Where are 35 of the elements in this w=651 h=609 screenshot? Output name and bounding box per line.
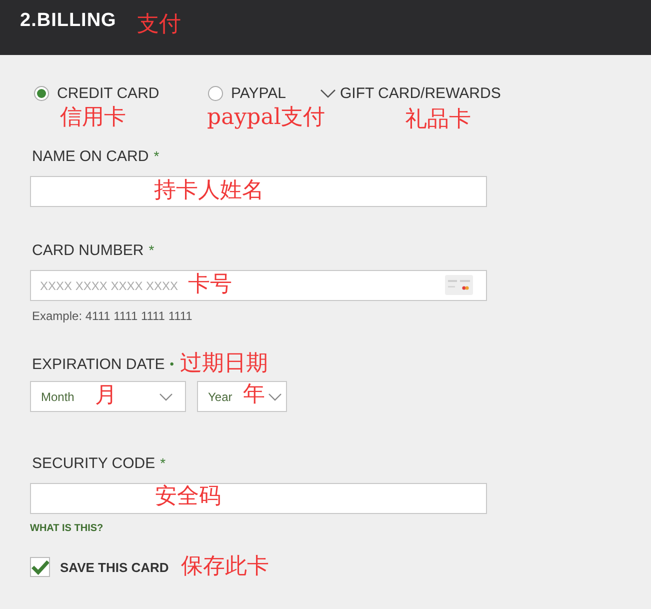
checkbox[interactable] (30, 557, 50, 577)
section-title: 2.BILLING (20, 10, 116, 32)
field-label: NAME ON CARD (32, 148, 149, 164)
required-mark: * (154, 148, 160, 164)
annotation: 保存此卡 (180, 556, 269, 578)
annotation: 卡号 (188, 274, 232, 296)
field-label: SECURITY CODE (32, 454, 156, 472)
checkmark-icon (31, 558, 49, 576)
annotation: 年 (243, 384, 265, 406)
annotation: 礼品卡 (405, 109, 471, 131)
example-hint: Example: 4111 1111 1111 1111 (32, 309, 194, 323)
required-mark: * (160, 455, 166, 471)
annotation: 信用卡 (60, 107, 126, 129)
radio-button[interactable] (208, 86, 223, 101)
annotation: 持卡人姓名 (154, 180, 264, 202)
required-mark: * (148, 242, 154, 258)
annotation: 支付 (137, 14, 181, 36)
radio-option[interactable]: PAYPAL (208, 85, 286, 102)
checkbox-label: SAVE THIS CARD (60, 560, 169, 574)
credit-card-icon (445, 275, 473, 295)
annotation: 安全码 (155, 486, 221, 508)
radio-button[interactable] (34, 86, 49, 101)
radio-option[interactable]: CREDIT CARD (34, 85, 160, 102)
field-label: EXPIRATION DATE (32, 356, 165, 372)
required-mark: • (170, 357, 174, 371)
annotation: 月 (95, 385, 117, 407)
field-label: CARD NUMBER (32, 242, 144, 258)
what-is-this-link[interactable]: WHAT IS THIS? (30, 523, 487, 534)
name-input[interactable] (30, 176, 487, 207)
chevron-icon (159, 392, 173, 400)
annotation: 过期日期 (180, 353, 268, 375)
security-code-input[interactable] (30, 483, 487, 514)
gift-card-toggle[interactable]: GIFT CARD/REWARDS (320, 85, 501, 102)
annotation: paypal支付 (207, 107, 325, 129)
chevron-icon (268, 392, 282, 400)
